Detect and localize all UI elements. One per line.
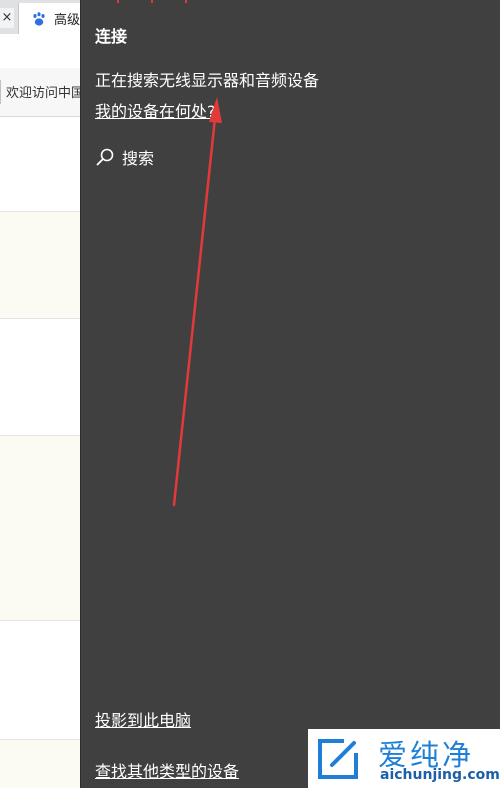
search-icon: [96, 148, 114, 166]
paw-favicon-icon: [33, 12, 45, 26]
watermark-url: aichunjing.com: [380, 767, 500, 783]
tab-close-button[interactable]: ×: [0, 8, 14, 28]
page-row: [0, 212, 80, 319]
bookmark-separator: [0, 80, 1, 104]
browser-tab[interactable]: 高级: [18, 3, 80, 34]
search-label: 搜索: [122, 149, 155, 168]
connect-flyout: 连接 正在搜索无线显示器和音频设备 我的设备在何处? 搜索 投影到此电脑 查找其…: [80, 0, 500, 788]
page-row: [0, 436, 80, 621]
find-other-devices-link[interactable]: 查找其他类型的设备: [95, 758, 239, 782]
browser-tab-bar: × 高级: [0, 0, 80, 34]
page-row: [0, 621, 80, 740]
bookmark-item[interactable]: 欢迎访问中国: [6, 82, 80, 101]
page-row: [0, 117, 80, 212]
page-row: [0, 319, 80, 436]
panel-title: 连接: [95, 27, 128, 46]
bookmark-bar: 欢迎访问中国: [0, 68, 80, 117]
project-to-this-pc-link[interactable]: 投影到此电脑: [95, 707, 191, 731]
brand-logo-icon: [318, 739, 358, 779]
tab-title: 高级: [54, 13, 80, 28]
page-row: [0, 740, 80, 788]
browser-window: × 高级 欢迎访问中国: [0, 0, 80, 788]
search-status-text: 正在搜索无线显示器和音频设备: [95, 71, 320, 90]
address-bar[interactable]: [0, 34, 80, 69]
watermark: 爱纯净 aichunjing.com: [308, 729, 500, 788]
search-button[interactable]: 搜索: [95, 145, 154, 169]
where-is-my-device-link[interactable]: 我的设备在何处?: [95, 98, 216, 122]
